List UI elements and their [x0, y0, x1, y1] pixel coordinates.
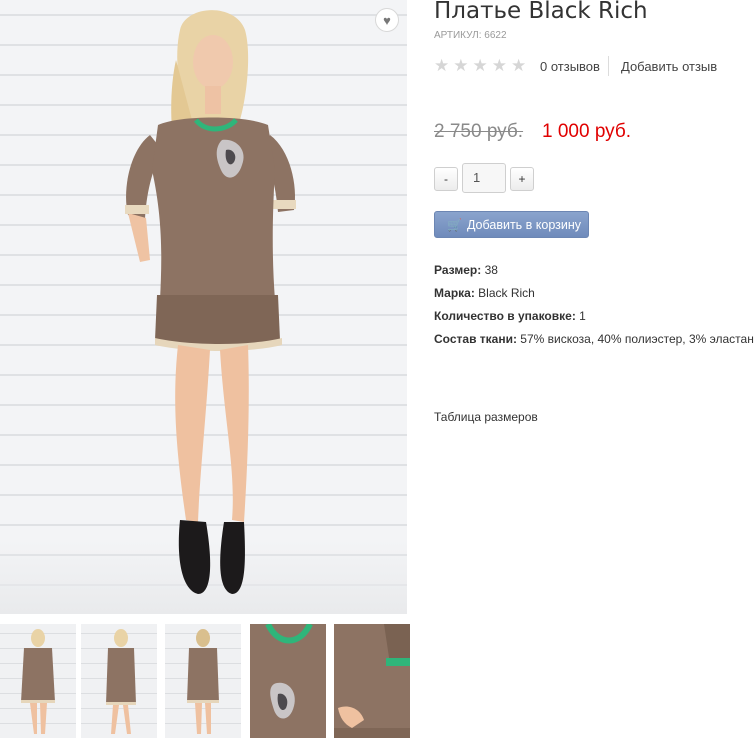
rating-stars[interactable]: ★ ★ ★ ★ ★ — [434, 56, 526, 76]
thumbnail-detail-print[interactable] — [250, 624, 326, 738]
attribute-value: 57% вискоза, 40% полиэстер, 3% эластан — [520, 332, 754, 346]
star-icon[interactable]: ★ — [434, 56, 449, 76]
product-main-image[interactable]: ♥ — [0, 0, 407, 614]
thumbnail-side[interactable] — [81, 624, 157, 738]
divider — [608, 56, 609, 76]
attribute-row: Марка: Black Rich — [434, 285, 754, 308]
quantity-decrease-button[interactable]: - — [434, 167, 458, 191]
cart-icon: 🛒 — [447, 217, 462, 232]
model-illustration — [125, 10, 296, 594]
attribute-label: Количество в упаковке: — [434, 309, 576, 323]
add-to-cart-label: Добавить в корзину — [466, 217, 582, 232]
attribute-row: Количество в упаковке: 1 — [434, 308, 754, 331]
attribute-row: Размер: 38 — [434, 262, 754, 285]
attribute-value: 1 — [579, 309, 586, 323]
attribute-label: Размер: — [434, 263, 482, 277]
thumbnail-image — [265, 624, 313, 719]
product-attributes: Размер: 38 Марка: Black Rich Количество … — [434, 262, 754, 354]
add-review-link[interactable]: Добавить отзыв — [621, 59, 717, 74]
current-price: 1 000 руб. — [542, 121, 632, 142]
attribute-label: Марка: — [434, 286, 475, 300]
star-icon[interactable]: ★ — [473, 56, 488, 76]
thumbnail-gallery — [0, 624, 415, 738]
thumbnail-image — [334, 624, 410, 738]
attribute-value: Black Rich — [478, 286, 535, 300]
star-icon[interactable]: ★ — [492, 56, 507, 76]
attribute-value: 38 — [484, 263, 498, 277]
attribute-label: Состав ткани: — [434, 332, 517, 346]
reviews-count-link[interactable]: 0 отзывов — [540, 59, 600, 74]
thumbnail-front[interactable] — [0, 624, 76, 738]
star-icon[interactable]: ★ — [511, 56, 526, 76]
thumbnail-image — [21, 629, 55, 734]
wishlist-button[interactable]: ♥ — [375, 8, 399, 32]
star-icon[interactable]: ★ — [453, 56, 468, 76]
thumbnail-image — [106, 629, 136, 734]
product-sku: АРТИКУЛ: 6622 — [434, 30, 507, 41]
thumbnail-back[interactable] — [165, 624, 241, 738]
add-to-cart-button[interactable]: 🛒 Добавить в корзину — [434, 211, 589, 238]
thumbnail-image — [187, 629, 219, 734]
thumbnail-detail-sleeve[interactable] — [334, 624, 410, 738]
attribute-row: Состав ткани: 57% вискоза, 40% полиэстер… — [434, 331, 754, 354]
old-price: 2 750 руб. — [434, 121, 524, 142]
quantity-input[interactable]: 1 — [462, 163, 506, 193]
heart-icon: ♥ — [383, 12, 391, 28]
quantity-increase-button[interactable]: + — [510, 167, 534, 191]
product-title: Платье Black Rich — [434, 0, 648, 24]
size-table-link[interactable]: Таблица размеров — [434, 410, 538, 424]
